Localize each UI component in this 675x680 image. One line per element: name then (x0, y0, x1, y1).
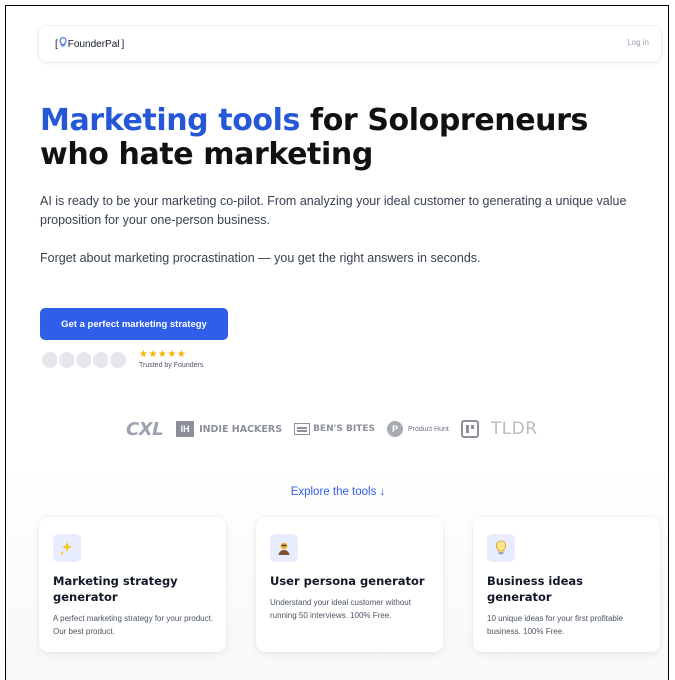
trusted-label: Trusted by Founders (139, 362, 204, 369)
newspaper-icon (294, 423, 311, 435)
brand-bracket-left: [ (55, 38, 58, 50)
logo-bens-bites: BEN'S BITES (294, 423, 375, 435)
login-link[interactable]: Log in (627, 38, 649, 47)
logo-product-hunt: P Product Hunt (386, 421, 449, 437)
brand-logo[interactable]: [ FounderPal ] (55, 37, 124, 51)
hero-lead-secondary: Forget about marketing procrastination —… (40, 251, 481, 265)
explore-tools-link[interactable]: Explore the tools ↓ (6, 486, 668, 498)
press-logos: CXL IH INDIE HACKERS BEN'S BITES P Produ… (126, 414, 548, 444)
top-nav: [ FounderPal ] Log in (39, 26, 661, 62)
logo-cxl: CXL (126, 418, 164, 440)
avatar (108, 350, 128, 370)
brand-name: FounderPal (67, 38, 120, 50)
hero-lead: AI is ready to be your marketing co-pilo… (40, 194, 627, 227)
logo-tldr: TLDR (460, 419, 538, 439)
indie-hackers-icon: IH (176, 421, 195, 437)
sparkles-icon (53, 534, 81, 562)
tool-card-user-persona[interactable]: User persona generator Understand your i… (256, 517, 443, 652)
card-description: 10 unique ideas for your first profitabl… (487, 614, 624, 636)
title-accent: Marketing tools (40, 103, 300, 138)
lightbulb-icon (487, 534, 515, 562)
card-title: Business ideas generator (487, 574, 583, 604)
card-description: Understand your ideal customer without r… (270, 598, 411, 620)
tool-card-business-ideas[interactable]: Business ideas generator 10 unique ideas… (473, 517, 660, 652)
indie-hackers-wordmark: INDIE HACKERS (199, 423, 283, 435)
product-hunt-wordmark: Product Hunt (407, 425, 449, 433)
cxl-wordmark: CXL (126, 418, 164, 440)
brand-bracket-right: ] (121, 38, 125, 50)
logo-indie-hackers: IH INDIE HACKERS (176, 421, 282, 437)
product-hunt-icon: P (386, 421, 403, 437)
page-frame: [ FounderPal ] Log in Marketing tools fo… (5, 5, 669, 680)
page-title: Marketing tools for Solopreneurs who hat… (40, 104, 660, 172)
lightbulb-icon (59, 37, 67, 51)
rating-stars: ★★★★★ (139, 349, 187, 360)
persona-icon (270, 534, 298, 562)
tldr-icon (460, 420, 479, 438)
card-title: Marketing strategy generator (53, 574, 178, 604)
tldr-wordmark: TLDR (490, 419, 538, 439)
card-description: A perfect marketing strategy for your pr… (53, 614, 214, 636)
get-strategy-button[interactable]: Get a perfect marketing strategy (40, 308, 228, 340)
tool-card-marketing-strategy[interactable]: Marketing strategy generator A perfect m… (39, 517, 226, 652)
bens-bites-wordmark: BEN'S BITES (313, 424, 375, 434)
card-title: User persona generator (270, 574, 425, 588)
